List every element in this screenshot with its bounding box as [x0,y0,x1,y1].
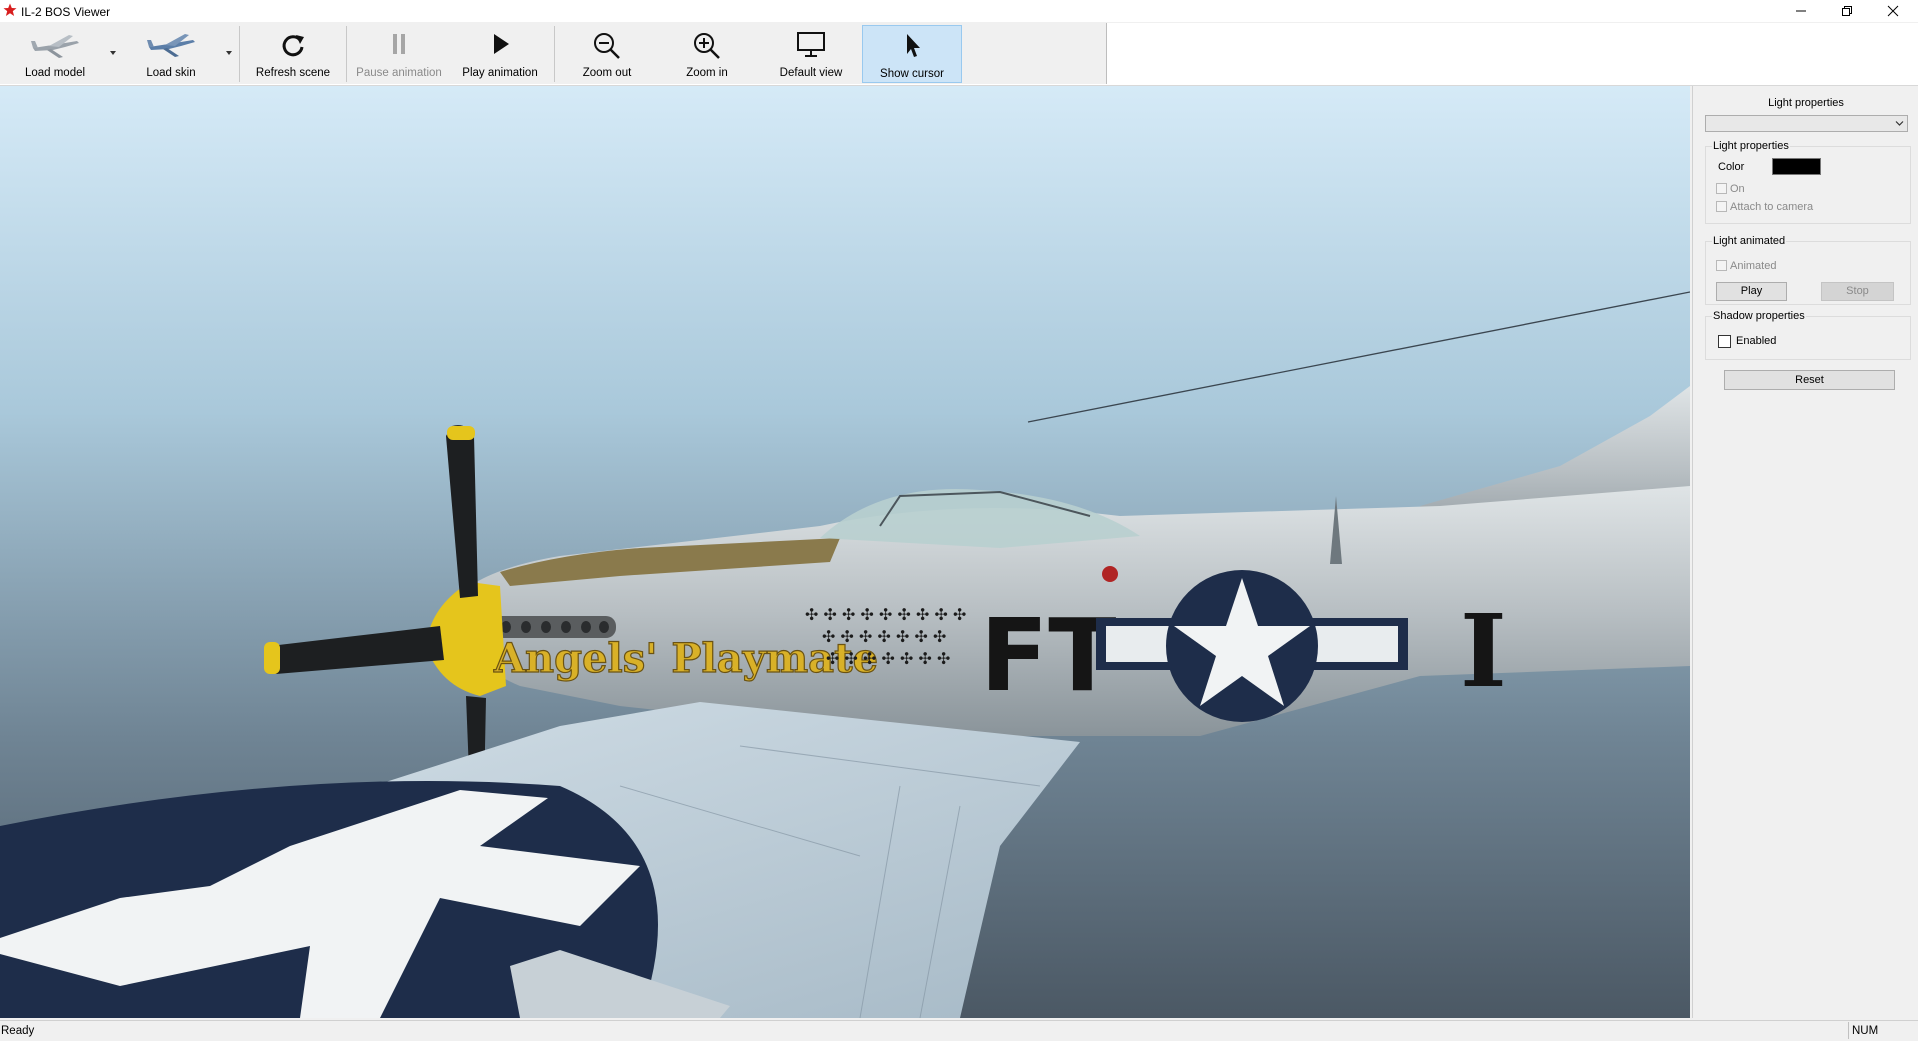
on-checkbox[interactable] [1716,183,1727,194]
cursor-arrow-icon [907,34,920,57]
color-swatch[interactable] [1772,158,1821,175]
window-title: IL-2 BOS Viewer [21,5,111,19]
load-skin-button[interactable]: Load skin [124,25,218,83]
minimize-button[interactable] [1778,0,1824,22]
restore-button[interactable] [1824,0,1870,22]
airplane-skin-icon [147,34,195,57]
svg-text:✣ ✣ ✣ ✣ ✣ ✣ ✣: ✣ ✣ ✣ ✣ ✣ ✣ ✣ [822,627,946,646]
animated-checkbox[interactable] [1716,260,1727,271]
load-model-button[interactable]: Load model [8,25,102,83]
toolbar-separator [554,26,555,82]
aircraft-render: Angels' Playmate ✣ ✣ ✣ ✣ ✣ ✣ ✣ ✣ ✣ ✣ ✣ ✣… [0,86,1690,1018]
close-icon [1887,5,1899,17]
play-icon [494,34,509,54]
light-properties-group: Light properties Color On Attach to came… [1705,140,1911,224]
status-text: Ready [1,1025,35,1037]
shadow-properties-group-title: Shadow properties [1712,310,1806,322]
light-properties-panel: Light properties Light properties Color … [1692,86,1918,1018]
light-animated-group-title: Light animated [1712,235,1787,247]
refresh-scene-button[interactable]: Refresh scene [248,25,338,83]
toolbar: Load model Load skin Refresh scene Pause… [0,23,1107,84]
load-skin-dropdown-arrow[interactable] [224,49,234,57]
zoom-in-icon [694,33,720,59]
show-cursor-label: Show cursor [880,68,944,80]
play-animation-button[interactable]: Play animation [452,25,548,83]
play-animation-label: Play animation [462,67,538,79]
num-lock-indicator: NUM [1852,1025,1879,1037]
load-model-dropdown-arrow[interactable] [108,49,118,57]
red-star-icon [3,3,17,16]
refresh-icon [282,35,304,57]
svg-text:✣ ✣ ✣ ✣ ✣ ✣ ✣: ✣ ✣ ✣ ✣ ✣ ✣ ✣ [826,649,950,668]
shadow-properties-group: Shadow properties Enabled [1705,310,1911,360]
zoom-in-button[interactable]: Zoom in [662,25,752,83]
svg-text:✣ ✣ ✣ ✣ ✣ ✣ ✣ ✣ ✣: ✣ ✣ ✣ ✣ ✣ ✣ ✣ ✣ ✣ [805,605,966,624]
nose-art-text: Angels' Playmate [493,635,878,682]
3d-viewport[interactable]: Angels' Playmate ✣ ✣ ✣ ✣ ✣ ✣ ✣ ✣ ✣ ✣ ✣ ✣… [0,86,1690,1018]
shadow-enabled-label: Enabled [1736,335,1777,347]
load-model-label: Load model [24,67,86,79]
default-view-label: Default view [779,67,843,79]
pause-animation-button[interactable]: Pause animation [350,25,448,83]
zoom-out-button[interactable]: Zoom out [562,25,652,83]
zoom-in-label: Zoom in [686,67,728,79]
show-cursor-button[interactable]: Show cursor [862,25,962,83]
play-button[interactable]: Play [1716,282,1787,301]
toolbar-separator [346,26,347,82]
light-animated-group: Light animated Animated Play Stop [1705,235,1911,305]
light-properties-group-title: Light properties [1712,140,1790,152]
shadow-enabled-checkbox[interactable] [1718,335,1731,348]
refresh-scene-label: Refresh scene [255,67,331,79]
on-label: On [1730,183,1745,195]
animated-label: Animated [1730,260,1777,272]
title-bar: IL-2 BOS Viewer [0,0,1918,22]
minimize-icon [1796,10,1806,12]
zoom-out-label: Zoom out [582,67,632,79]
airplane-model-icon [31,35,79,58]
stop-button[interactable]: Stop [1821,282,1894,301]
fuselage-letter-text: I [1460,592,1507,710]
close-button[interactable] [1870,0,1916,22]
toolbar-separator [239,26,240,82]
status-bar: Ready NUM [0,1020,1918,1041]
load-skin-label: Load skin [146,67,196,79]
zoom-out-icon [594,33,620,59]
pause-icon [393,34,405,54]
default-view-button[interactable]: Default view [764,25,858,83]
monitor-icon [797,32,825,57]
panel-title: Light properties [1768,97,1844,109]
color-label: Color [1718,161,1745,173]
chevron-down-icon [1895,121,1904,126]
attach-to-camera-checkbox[interactable] [1716,201,1727,212]
attach-to-camera-label: Attach to camera [1730,201,1814,213]
pause-animation-label: Pause animation [356,67,442,79]
toolbar-area: Load model Load skin Refresh scene Pause… [0,23,1918,86]
light-select-dropdown[interactable] [1705,115,1908,132]
restore-icon [1842,6,1852,16]
reset-button[interactable]: Reset [1724,370,1895,390]
